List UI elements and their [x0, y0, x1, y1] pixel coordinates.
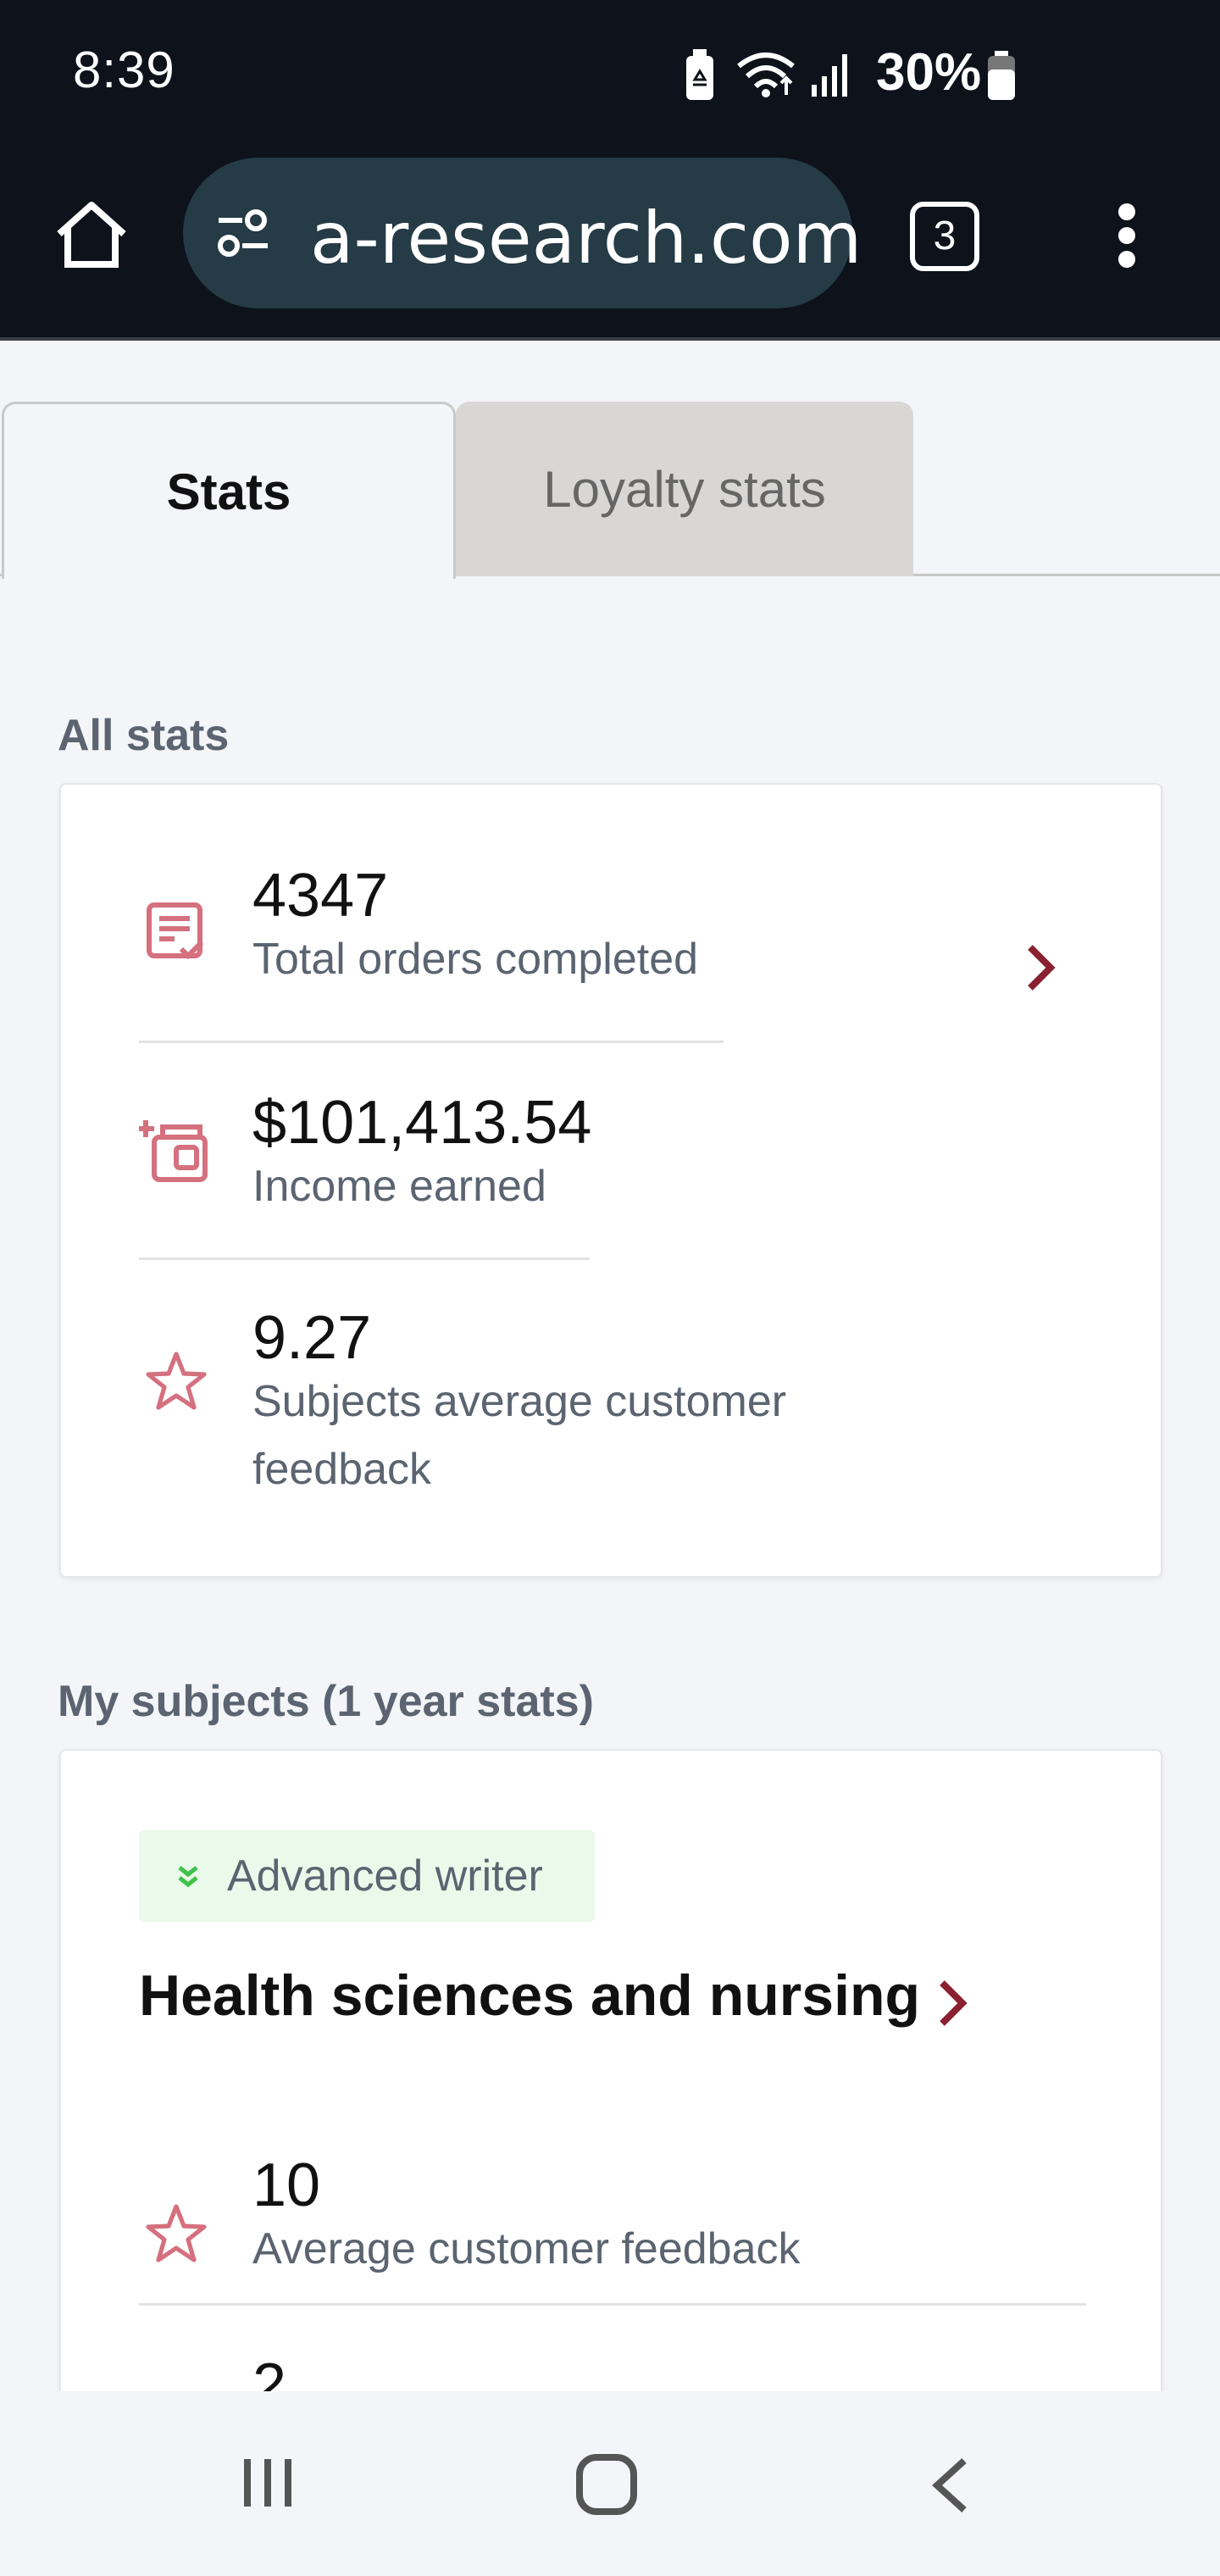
recents-icon[interactable] [241, 2456, 295, 2510]
stat-feedback-row: 9.27 Subjects average customer feedback [61, 1261, 1162, 1566]
tab-loyalty-stats[interactable]: Loyalty stats [456, 402, 913, 576]
wifi-icon [737, 53, 795, 97]
wallet-icon [139, 1120, 208, 1182]
feedback-label-line1: Subjects average customer [252, 1377, 787, 1426]
divider [139, 1041, 724, 1043]
tab-stats[interactable]: Stats [2, 402, 456, 579]
level-badge: Advanced writer [139, 1830, 595, 1922]
home-button[interactable] [576, 2454, 637, 2515]
divider [139, 1257, 590, 1260]
signal-icon [812, 54, 847, 97]
chevron-right-icon [940, 1980, 968, 2026]
recycle-battery-icon [686, 49, 713, 100]
url-text: a-research.com [310, 197, 862, 280]
feedback-label-line2: feedback [252, 1445, 432, 1494]
subject-link[interactable]: Health sciences and nursing [139, 1963, 1071, 2047]
site-settings-icon[interactable] [212, 202, 274, 264]
double-chevron-down-icon [178, 1866, 198, 1888]
subject-feedback-row: 10 Average customer feedback [61, 2115, 1162, 2285]
orders-label: Total orders completed [252, 935, 699, 984]
my-subjects-card: Advanced writer Health sciences and nurs… [59, 1749, 1162, 2391]
all-stats-heading: All stats [58, 711, 230, 760]
my-subjects-heading: My subjects (1 year stats) [58, 1677, 594, 1726]
income-value: $101,413.54 [252, 1089, 592, 1157]
battery-percentage: 30% [876, 43, 982, 102]
subject-feedback-value: 10 [252, 2151, 321, 2219]
page-content: Stats Loyalty stats All stats 4347 Total… [0, 344, 1220, 2391]
income-label: Income earned [252, 1162, 546, 1211]
star-icon [146, 2204, 207, 2262]
subject-orders-value: 2 [252, 2351, 287, 2391]
tab-bar: Stats Loyalty stats [0, 402, 1220, 579]
home-icon[interactable] [53, 197, 130, 275]
status-time: 8:39 [73, 42, 175, 98]
back-icon[interactable] [927, 2456, 971, 2515]
address-bar[interactable]: a-research.com [183, 158, 862, 308]
orders-value: 4347 [252, 862, 389, 930]
star-icon [146, 1352, 207, 1410]
badge-label: Advanced writer [227, 1852, 543, 1901]
subject-feedback-label: Average customer feedback [252, 2224, 801, 2273]
more-options-icon[interactable] [1110, 202, 1144, 271]
orders-icon [147, 902, 204, 960]
subject-title: Health sciences and nursing [139, 1963, 921, 2028]
divider [139, 2303, 1086, 2306]
status-bar: 8:39 30% [0, 0, 1220, 153]
tab-switcher-button[interactable]: 3 [910, 202, 979, 271]
chevron-right-icon[interactable] [1023, 942, 1057, 993]
stat-orders-row[interactable]: 4347 Total orders completed [61, 785, 1162, 1039]
system-navigation-bar [0, 2391, 1220, 2576]
subject-orders-row: 2 [61, 2307, 1162, 2391]
battery-icon [988, 51, 1015, 100]
all-stats-card: 4347 Total orders completed $101,413.54 … [59, 783, 1162, 1578]
stat-income-row: $101,413.54 Income earned [61, 1044, 1162, 1256]
browser-toolbar: a-research.com 3 [0, 153, 1220, 341]
feedback-value: 9.27 [252, 1304, 372, 1372]
